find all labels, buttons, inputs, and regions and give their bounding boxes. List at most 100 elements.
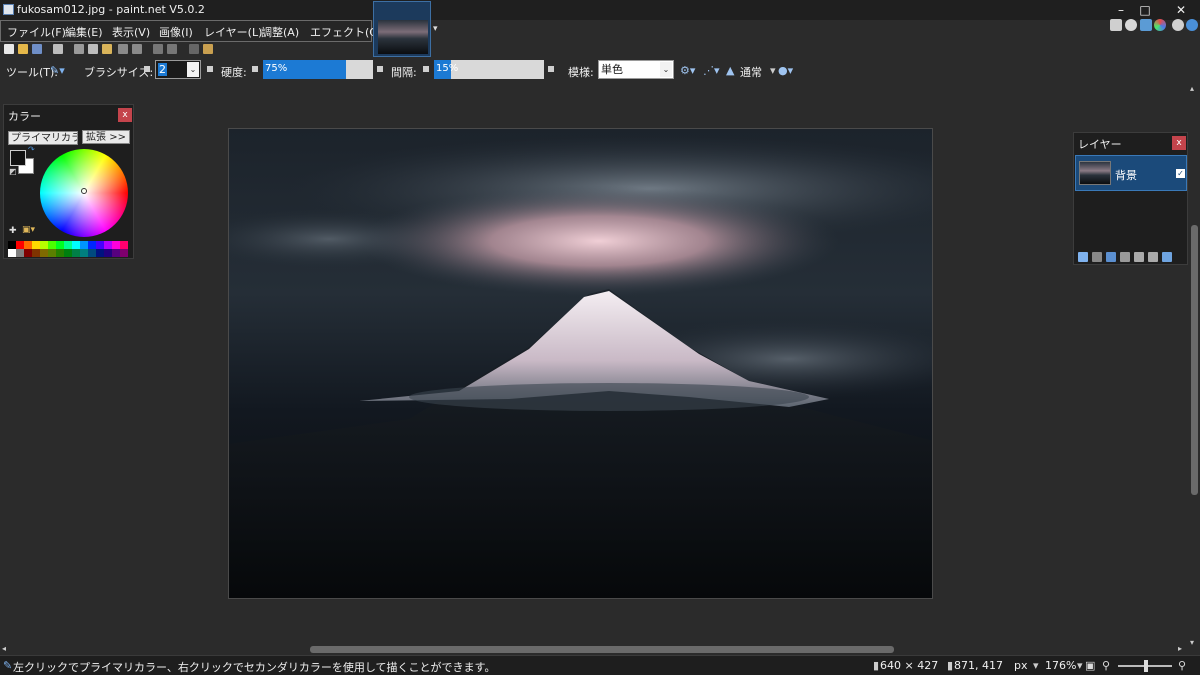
blend-mode-icon[interactable]: ▲ <box>726 64 734 77</box>
spacing-slider[interactable]: 15% <box>434 60 544 79</box>
zoom-in-icon[interactable]: ⚲ <box>1178 659 1186 672</box>
palette-swatch[interactable] <box>16 249 24 257</box>
history-window-icon[interactable] <box>1125 19 1137 31</box>
settings-gear-icon[interactable] <box>1172 19 1184 31</box>
zoom-dropdown-icon[interactable]: ▾ <box>1077 659 1083 672</box>
palette-swatch[interactable] <box>16 241 24 249</box>
palette-swatch[interactable] <box>40 249 48 257</box>
palette-swatch[interactable] <box>96 241 104 249</box>
cut-icon[interactable] <box>74 44 84 54</box>
primary-color-button[interactable]: プライマリカラー <box>8 131 78 145</box>
palette-swatch[interactable] <box>56 249 64 257</box>
layer-visibility-checkbox[interactable]: ✓ <box>1176 169 1185 178</box>
redo-icon[interactable] <box>167 44 177 54</box>
palette-swatch[interactable] <box>96 249 104 257</box>
scroll-up-icon[interactable]: ▴ <box>1190 84 1194 93</box>
layers-panel-close-button[interactable]: x <box>1172 136 1186 150</box>
layer-properties-icon[interactable] <box>1162 252 1172 262</box>
paste-icon[interactable] <box>102 44 112 54</box>
palette-swatch[interactable] <box>64 241 72 249</box>
palette-swatch[interactable] <box>72 249 80 257</box>
zoom-out-icon[interactable]: ⚲ <box>1102 659 1110 672</box>
new-file-icon[interactable] <box>4 44 14 54</box>
help-icon[interactable] <box>1186 19 1198 31</box>
palette-swatch[interactable] <box>8 241 16 249</box>
menu-view[interactable]: 表示(V) <box>112 24 150 40</box>
palette-swatch[interactable] <box>112 241 120 249</box>
hardness-decrease-button[interactable] <box>252 66 258 72</box>
palette-swatch[interactable] <box>40 241 48 249</box>
palette-menu-icon[interactable]: ▣▾ <box>22 225 35 235</box>
brush-size-input[interactable]: 2 ⌄ <box>155 60 201 79</box>
spacing-decrease-button[interactable] <box>423 66 429 72</box>
move-layer-down-icon[interactable] <box>1148 252 1158 262</box>
palette-swatch[interactable] <box>48 241 56 249</box>
paintbrush-icon[interactable]: ✎▾ <box>50 64 65 77</box>
deselect-icon[interactable] <box>132 44 142 54</box>
expand-colors-button[interactable]: 拡張 >> <box>82 130 130 144</box>
scroll-down-icon[interactable]: ▾ <box>1190 638 1194 647</box>
scroll-right-icon[interactable]: ▸ <box>1178 644 1182 653</box>
spacing-increase-button[interactable] <box>548 66 554 72</box>
blend-mode-dropdown-icon[interactable]: ▾ <box>770 64 776 77</box>
brush-size-dropdown-icon[interactable]: ⌄ <box>187 62 199 77</box>
palette-swatch[interactable] <box>112 249 120 257</box>
palette-swatch[interactable] <box>80 241 88 249</box>
palette-swatch[interactable] <box>104 241 112 249</box>
units-dropdown-icon[interactable]: ▾ <box>1033 659 1039 672</box>
palette-swatch[interactable] <box>24 241 32 249</box>
scroll-left-icon[interactable]: ◂ <box>2 644 6 653</box>
colors-panel-close-button[interactable]: x <box>118 108 132 122</box>
zoom-value[interactable]: 176% <box>1045 659 1076 672</box>
palette-swatch[interactable] <box>120 241 128 249</box>
palette-swatch[interactable] <box>104 249 112 257</box>
move-layer-up-icon[interactable] <box>1134 252 1144 262</box>
reset-colors-icon[interactable]: ◩ <box>9 167 17 176</box>
palette-swatch[interactable] <box>88 249 96 257</box>
duplicate-layer-icon[interactable] <box>1106 252 1116 262</box>
print-icon[interactable] <box>53 44 63 54</box>
tab-list-icon[interactable]: ▾ <box>433 24 441 34</box>
palette-swatch[interactable] <box>120 249 128 257</box>
tools-window-icon[interactable] <box>1110 19 1122 31</box>
vertical-scroll-thumb[interactable] <box>1191 225 1198 495</box>
zoom-slider[interactable] <box>1118 660 1172 672</box>
horizontal-scroll-thumb[interactable] <box>310 646 894 653</box>
palette-swatch[interactable] <box>32 249 40 257</box>
merge-layer-down-icon[interactable] <box>1120 252 1130 262</box>
units-selector[interactable]: px <box>1014 659 1028 672</box>
add-to-palette-icon[interactable]: ✚ <box>9 226 17 236</box>
palette-swatch[interactable] <box>80 249 88 257</box>
palette-swatch[interactable] <box>8 249 16 257</box>
save-icon[interactable] <box>32 44 42 54</box>
grid-icon[interactable] <box>189 44 199 54</box>
brush-size-increase-button[interactable] <box>207 66 213 72</box>
horizontal-scrollbar[interactable]: ◂ ▸ <box>0 643 1188 655</box>
blend-mode-value[interactable]: 通常 <box>740 64 762 80</box>
menu-adjust[interactable]: 調整(A) <box>261 24 299 40</box>
zoom-slider-thumb[interactable] <box>1144 660 1148 672</box>
swap-colors-icon[interactable]: ↷ <box>28 145 35 154</box>
layer-item[interactable]: 背景 ✓ <box>1075 155 1187 191</box>
colors-window-icon[interactable] <box>1154 19 1166 31</box>
palette-swatch[interactable] <box>48 249 56 257</box>
palette-swatch[interactable] <box>32 241 40 249</box>
pattern-select[interactable]: 単色 ⌄ <box>598 60 674 79</box>
hardness-increase-button[interactable] <box>377 66 383 72</box>
alpha-blending-icon[interactable]: ⋰▾ <box>703 64 720 77</box>
menu-layers[interactable]: レイヤー(L) <box>204 24 262 40</box>
menu-file[interactable]: ファイル(F) <box>7 24 66 40</box>
menu-image[interactable]: 画像(I) <box>159 24 193 40</box>
crop-icon[interactable] <box>118 44 128 54</box>
menu-edit[interactable]: 編集(E) <box>65 24 103 40</box>
antialias-icon[interactable]: ⚙▾ <box>680 64 695 77</box>
maximize-button[interactable]: □ <box>1130 2 1160 18</box>
copy-icon[interactable] <box>88 44 98 54</box>
close-button[interactable]: ✕ <box>1166 2 1196 18</box>
menu-effects[interactable]: エフェクト(C) <box>310 24 381 40</box>
pattern-dropdown-icon[interactable]: ⌄ <box>660 62 672 77</box>
layers-window-icon[interactable] <box>1140 19 1152 31</box>
zoom-to-window-icon[interactable]: ▣ <box>1085 659 1095 672</box>
image-canvas[interactable] <box>228 128 933 599</box>
palette-swatch[interactable] <box>56 241 64 249</box>
